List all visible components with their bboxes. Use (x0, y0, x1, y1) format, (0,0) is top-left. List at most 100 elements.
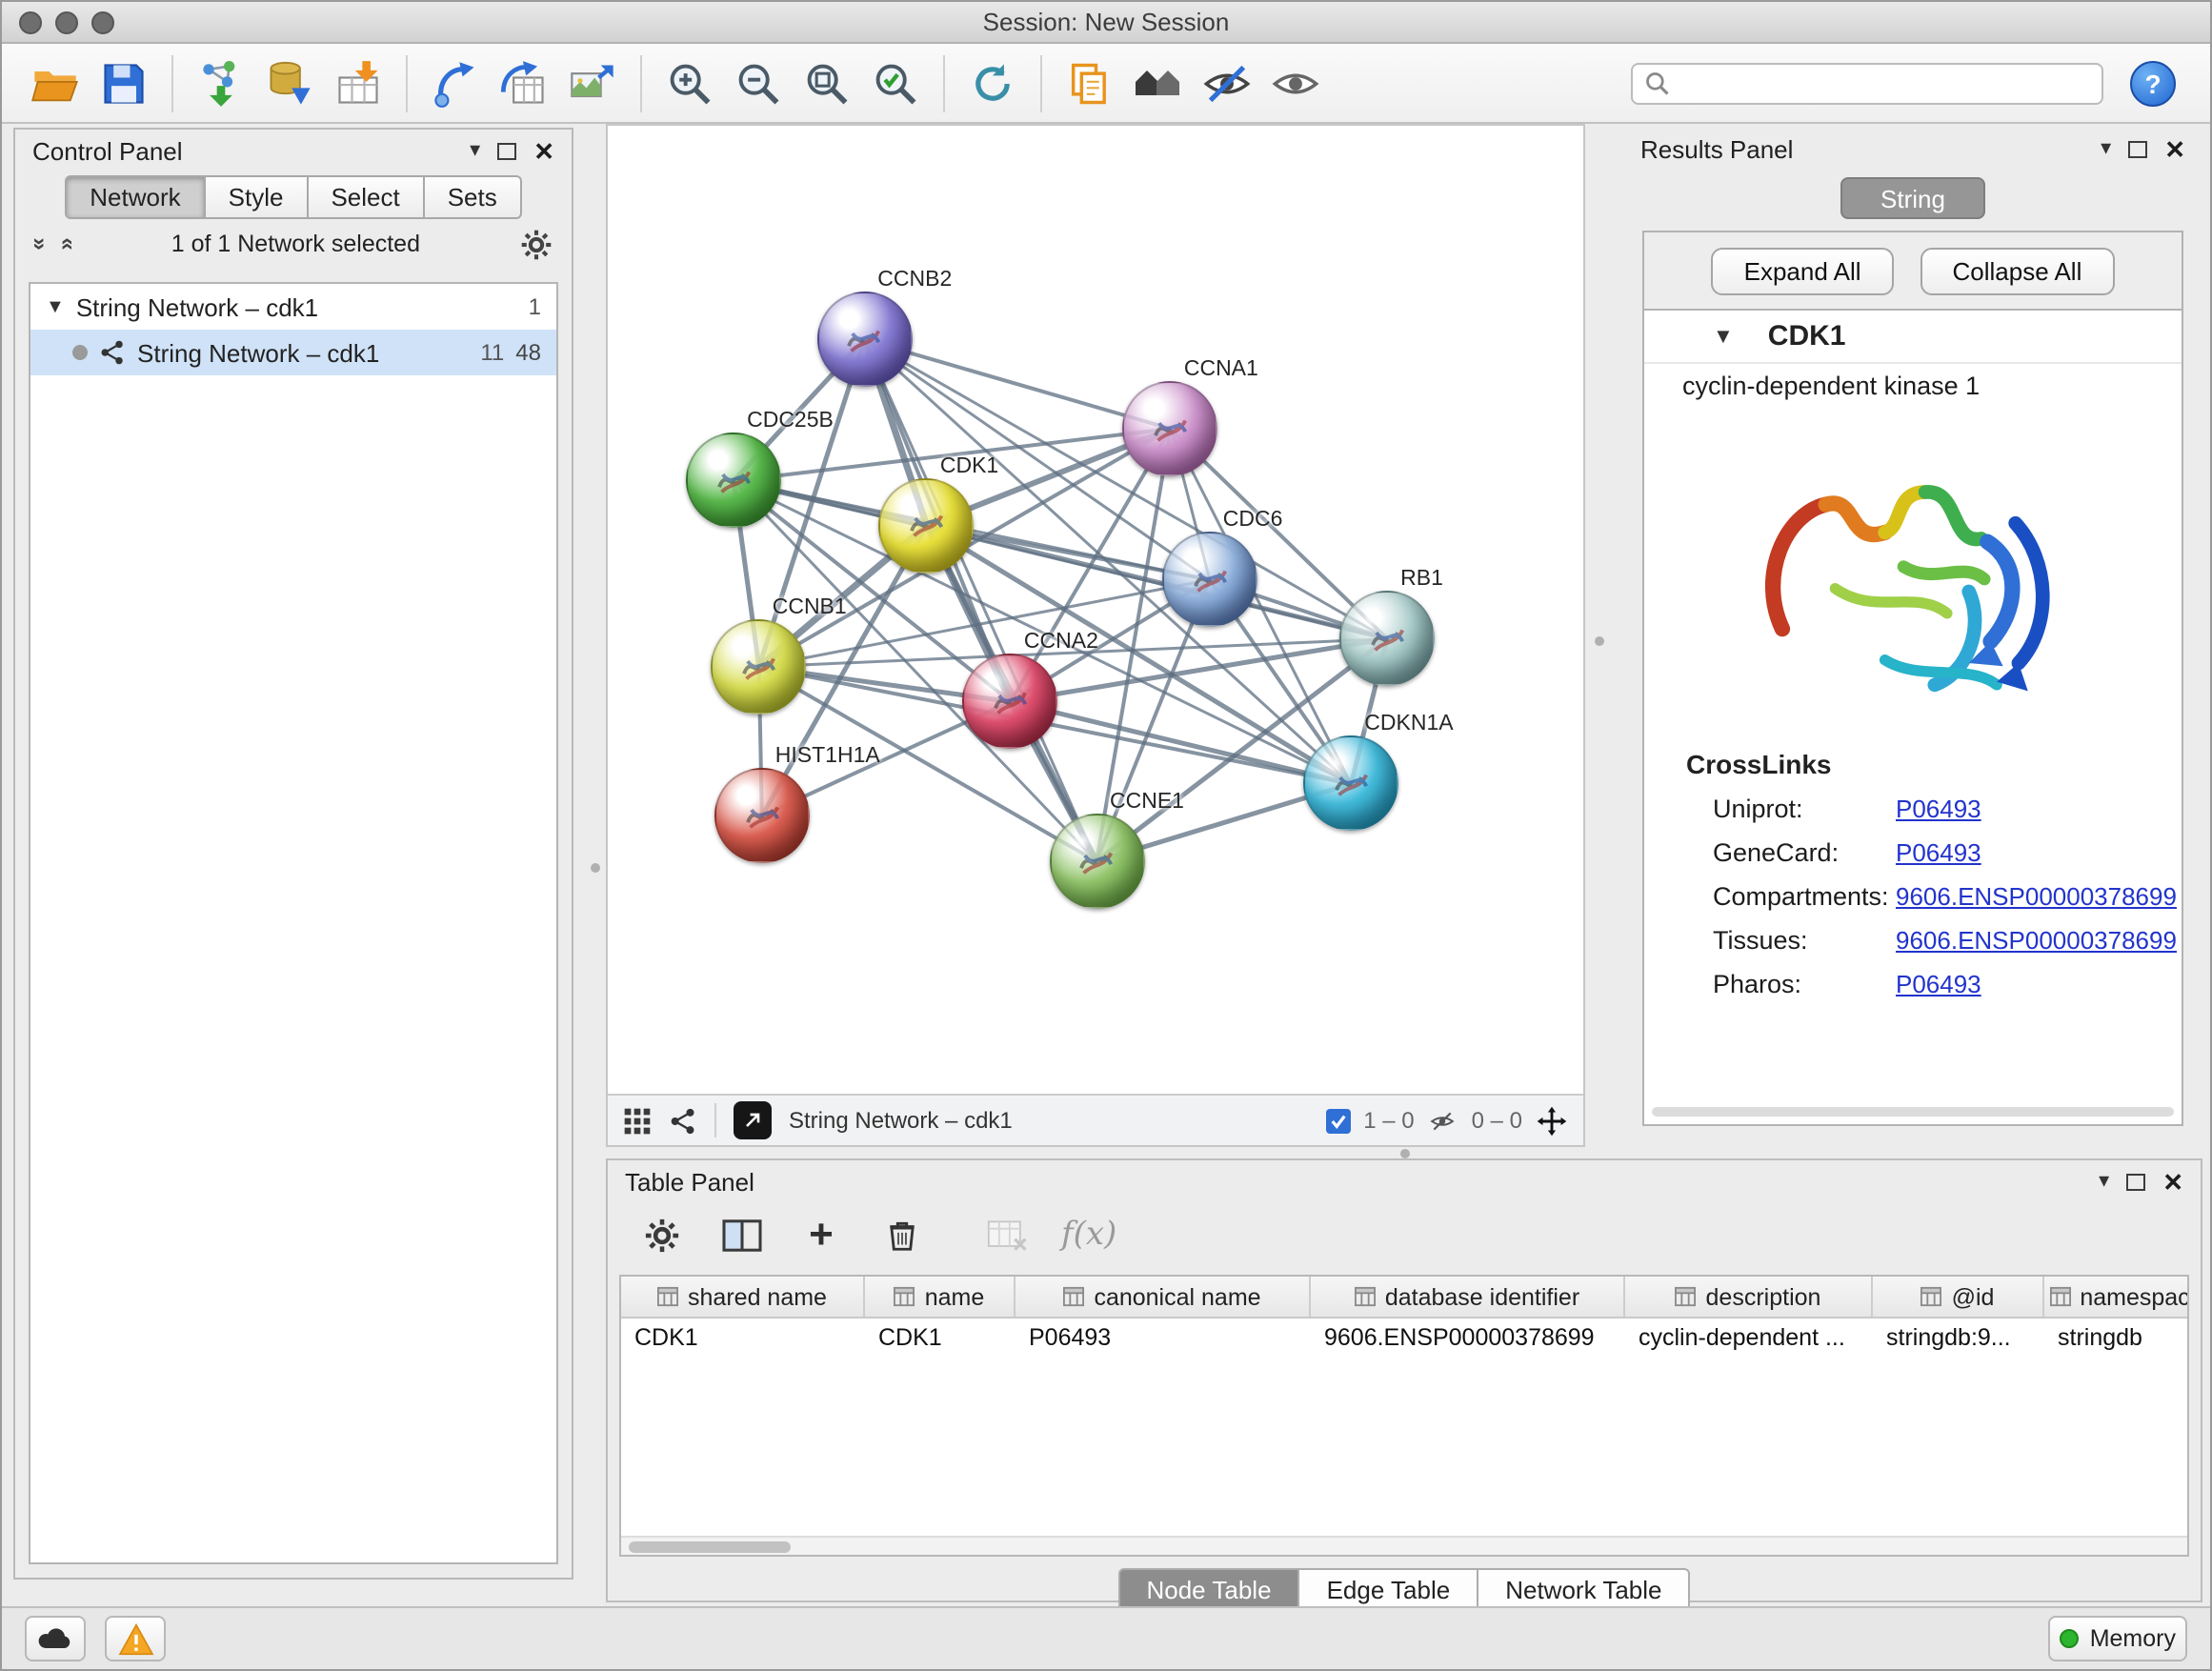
collapse-gene-icon[interactable]: ▼ (1713, 325, 1734, 348)
zoom-window-button[interactable] (91, 11, 114, 34)
table-panel-title: Table Panel (625, 1167, 754, 1196)
network-node-ccnb1[interactable] (712, 619, 807, 715)
network-node-ccnb2[interactable] (816, 292, 912, 388)
open-session-button[interactable] (21, 50, 90, 115)
table-cell[interactable]: 9606.ENSP00000378699 (1311, 1324, 1625, 1351)
table-row[interactable]: CDK1CDK1P064939606.ENSP00000378699cyclin… (621, 1319, 2187, 1357)
new-network-from-selection-button[interactable] (421, 50, 490, 115)
network-icon (99, 339, 126, 366)
help-button[interactable]: ? (2130, 60, 2176, 106)
import-network-file-button[interactable] (187, 50, 255, 115)
network-node-hist1h1a[interactable] (714, 768, 810, 863)
export-image-button[interactable] (558, 50, 627, 115)
column-header-@id[interactable]: @id (1873, 1277, 2044, 1317)
memory-button[interactable]: Memory (2048, 1616, 2187, 1661)
home-panels-button[interactable] (1124, 50, 1193, 115)
collection-count: 1 (529, 293, 541, 320)
open-in-window-button[interactable] (734, 1101, 772, 1139)
network-row[interactable]: String Network – cdk1 11 48 (30, 330, 556, 375)
pan-move-icon[interactable] (1536, 1104, 1568, 1137)
birds-eye-grid-icon[interactable] (623, 1106, 652, 1135)
add-column-button[interactable]: + (794, 1208, 848, 1261)
tree-expander-icon[interactable]: ▼ (46, 296, 65, 317)
table-cell[interactable]: stringdb:9... (1873, 1324, 2044, 1351)
tab-style[interactable]: Style (206, 175, 309, 219)
crosslink-value[interactable]: 9606.ENSP00000378699 (1896, 926, 2177, 955)
gene-header-row[interactable]: ▼ CDK1 (1644, 311, 2182, 364)
table-cell[interactable]: CDK1 (865, 1324, 1016, 1351)
network-collection-row[interactable]: ▼ String Network – cdk1 1 (30, 284, 556, 330)
zoom-in-button[interactable] (655, 50, 724, 115)
search-box[interactable] (1631, 62, 2103, 104)
column-header-database-identifier[interactable]: database identifier (1311, 1277, 1625, 1317)
cloud-icon (36, 1625, 74, 1652)
panel-close-icon[interactable]: ✕ (2164, 136, 2185, 161)
panel-float-icon[interactable] (2128, 140, 2147, 157)
expand-all-icon[interactable]: » (28, 237, 54, 250)
tab-select[interactable]: Select (308, 175, 424, 219)
panel-close-icon[interactable]: ✕ (2162, 1169, 2183, 1194)
table-cell[interactable]: P06493 (1016, 1324, 1311, 1351)
panel-collapse-icon[interactable]: ▾ (2099, 1171, 2109, 1192)
table-settings-button[interactable] (634, 1208, 688, 1261)
minimize-window-button[interactable] (55, 11, 78, 34)
table-cell[interactable]: stringdb (2044, 1324, 2189, 1351)
import-network-database-button[interactable] (255, 50, 324, 115)
cloud-button[interactable] (25, 1616, 86, 1661)
copy-document-button[interactable] (1056, 50, 1124, 115)
crosslink-value[interactable]: 9606.ENSP00000378699 (1896, 882, 2177, 911)
zoom-selected-button[interactable] (861, 50, 930, 115)
table-cell[interactable]: cyclin-dependent ... (1625, 1324, 1873, 1351)
search-input[interactable] (1679, 70, 2090, 96)
crosslink-value[interactable]: P06493 (1896, 970, 1981, 998)
gear-icon[interactable] (520, 228, 553, 260)
column-header-name[interactable]: name (865, 1277, 1016, 1317)
results-scrollbar[interactable] (1652, 1107, 2174, 1117)
share-network-icon[interactable] (669, 1106, 697, 1135)
expand-all-button[interactable]: Expand All (1712, 247, 1894, 294)
tab-string[interactable]: String (1840, 177, 1985, 219)
close-window-button[interactable] (19, 11, 42, 34)
warnings-button[interactable] (105, 1616, 166, 1661)
network-node-cdc6[interactable] (1162, 533, 1257, 628)
column-header-canonical-name[interactable]: canonical name (1016, 1277, 1311, 1317)
apply-layout-button[interactable] (958, 50, 1027, 115)
hide-selected-button[interactable] (1193, 50, 1261, 115)
horizontal-splitter[interactable] (606, 1147, 2202, 1158)
show-all-button[interactable] (1261, 50, 1330, 115)
network-node-rb1[interactable] (1339, 591, 1435, 686)
panel-float-icon[interactable] (2126, 1173, 2145, 1190)
collapse-all-button[interactable]: Collapse All (1920, 247, 2115, 294)
tab-network[interactable]: Network (65, 175, 205, 219)
panel-collapse-icon[interactable]: ▾ (470, 140, 480, 161)
column-header-shared-name[interactable]: shared name (621, 1277, 865, 1317)
network-node-ccne1[interactable] (1049, 814, 1144, 909)
save-session-button[interactable] (90, 50, 158, 115)
vertical-splitter-handle[interactable] (1595, 636, 1604, 646)
hidden-eye-slash-icon[interactable] (1428, 1108, 1458, 1133)
panel-close-icon[interactable]: ✕ (533, 138, 554, 163)
panel-collapse-icon[interactable]: ▾ (2101, 138, 2111, 159)
network-edge[interactable] (1011, 702, 1351, 784)
crosslink-value[interactable]: P06493 (1896, 795, 1981, 823)
tab-sets[interactable]: Sets (425, 175, 522, 219)
table-cell[interactable]: CDK1 (621, 1324, 865, 1351)
show-columns-button[interactable] (714, 1208, 768, 1261)
selected-checkbox-icon[interactable] (1325, 1108, 1350, 1133)
column-header-description[interactable]: description (1625, 1277, 1873, 1317)
vertical-splitter-handle[interactable] (591, 863, 600, 873)
panel-float-icon[interactable] (497, 142, 516, 159)
import-table-file-button[interactable] (324, 50, 392, 115)
toolbar-separator (640, 54, 642, 111)
network-canvas[interactable]: CCNB2CCNA1CDC25BCDK1CDC6RB1CCNB1CCNA2CDK… (608, 126, 1583, 1094)
zoom-out-button[interactable] (724, 50, 793, 115)
export-table-button[interactable] (490, 50, 558, 115)
table-horizontal-scrollbar[interactable] (621, 1536, 2187, 1555)
crosslink-value[interactable]: P06493 (1896, 838, 1981, 867)
collapse-all-icon[interactable]: » (51, 237, 78, 250)
delete-column-button[interactable] (875, 1208, 928, 1261)
zoom-fit-button[interactable] (793, 50, 861, 115)
network-node-cdk1[interactable] (879, 478, 975, 574)
column-header-namespac[interactable]: namespac (2044, 1277, 2189, 1317)
scrollbar-thumb[interactable] (629, 1541, 791, 1553)
